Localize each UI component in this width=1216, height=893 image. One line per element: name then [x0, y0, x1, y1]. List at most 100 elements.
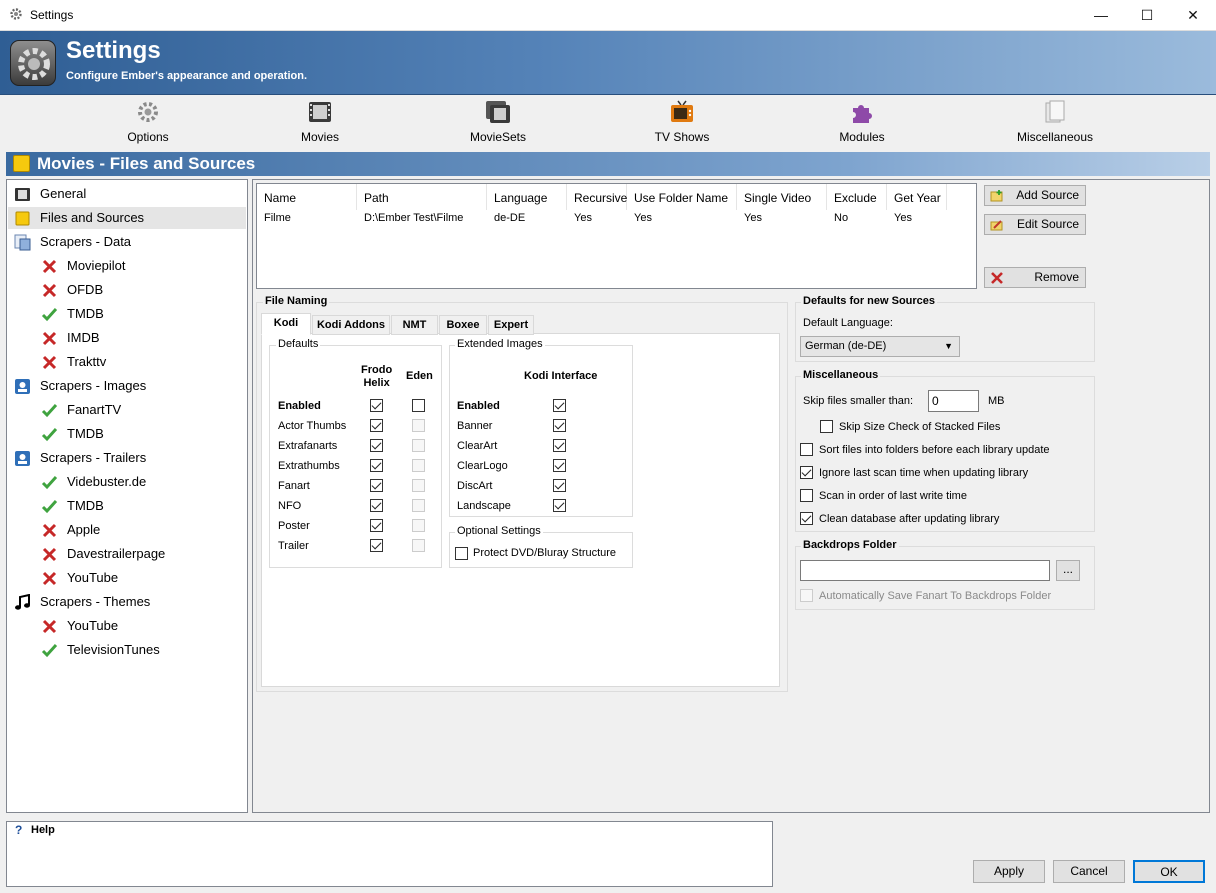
- frodo-checkbox[interactable]: [370, 499, 383, 512]
- eden-checkbox[interactable]: [412, 459, 425, 472]
- misc-option-label: Skip Size Check of Stacked Files: [839, 421, 1001, 433]
- column-header[interactable]: Language: [487, 184, 567, 210]
- kodi-interface-checkbox[interactable]: [553, 499, 566, 512]
- misc-option-checkbox[interactable]: [800, 466, 813, 479]
- eden-checkbox[interactable]: [412, 499, 425, 512]
- toolbar-modules[interactable]: Modules: [802, 100, 922, 144]
- browse-button[interactable]: ...: [1056, 560, 1080, 581]
- misc-option-checkbox[interactable]: [800, 489, 813, 502]
- frodo-checkbox[interactable]: [370, 519, 383, 532]
- edit-source-button[interactable]: Edit Source: [984, 214, 1086, 235]
- tree-item[interactable]: TMDB: [8, 495, 246, 517]
- table-cell[interactable]: Yes: [737, 212, 762, 224]
- tree-item[interactable]: Moviepilot: [8, 255, 246, 277]
- misc-option-checkbox[interactable]: [820, 420, 833, 433]
- tree-item[interactable]: Videbuster.de: [8, 471, 246, 493]
- tree-item[interactable]: Trakttv: [8, 351, 246, 373]
- tab-nmt[interactable]: NMT: [391, 315, 438, 335]
- tab-kodi-addons[interactable]: Kodi Addons: [312, 315, 390, 335]
- eden-checkbox[interactable]: [412, 419, 425, 432]
- kodi-interface-checkbox[interactable]: [553, 399, 566, 412]
- toolbar-miscellaneous[interactable]: Miscellaneous: [995, 100, 1115, 144]
- eden-checkbox[interactable]: [412, 439, 425, 452]
- column-header[interactable]: Name: [257, 184, 357, 210]
- auto-save-fanart-checkbox[interactable]: [800, 589, 813, 602]
- toolbar-moviesets[interactable]: MovieSets: [438, 100, 558, 144]
- tree-item[interactable]: Scrapers - Images: [8, 375, 246, 397]
- tree-item-label: OFDB: [67, 282, 104, 297]
- tree-item[interactable]: IMDB: [8, 327, 246, 349]
- tree-item[interactable]: TelevisionTunes: [8, 639, 246, 661]
- miscellaneous-title: Miscellaneous: [801, 369, 881, 381]
- x-icon: [41, 258, 58, 275]
- kodi-interface-checkbox[interactable]: [553, 459, 566, 472]
- column-header[interactable]: Exclude: [827, 184, 887, 210]
- table-cell[interactable]: Yes: [627, 212, 652, 224]
- eden-checkbox[interactable]: [412, 479, 425, 492]
- frodo-checkbox[interactable]: [370, 439, 383, 452]
- apply-button[interactable]: Apply: [973, 860, 1045, 883]
- kodi-interface-checkbox[interactable]: [553, 419, 566, 432]
- tree-item[interactable]: TMDB: [8, 303, 246, 325]
- tree-item-label: Scrapers - Trailers: [40, 450, 147, 465]
- tab-kodi[interactable]: Kodi: [261, 313, 311, 335]
- frodo-checkbox[interactable]: [370, 459, 383, 472]
- tree-item[interactable]: General: [8, 183, 246, 205]
- column-header[interactable]: Use Folder Name: [627, 184, 737, 210]
- backdrops-path-input[interactable]: [800, 560, 1050, 581]
- sources-list[interactable]: Name Path Language Recursive Use Folder Name…: [256, 183, 977, 289]
- tab-boxee[interactable]: Boxee: [439, 315, 487, 335]
- column-header[interactable]: Single Video: [737, 184, 827, 210]
- tree-item[interactable]: Apple: [8, 519, 246, 541]
- table-cell[interactable]: Yes: [567, 212, 592, 224]
- eden-checkbox[interactable]: [412, 519, 425, 532]
- tree-item[interactable]: Files and Sources: [8, 207, 246, 229]
- tree-item[interactable]: YouTube: [8, 567, 246, 589]
- tree-item[interactable]: YouTube: [8, 615, 246, 637]
- frodo-checkbox[interactable]: [370, 399, 383, 412]
- toolbar-label: TV Shows: [654, 130, 710, 144]
- table-cell[interactable]: D:\Ember Test\Filme: [357, 212, 463, 224]
- auto-save-fanart-label: Automatically Save Fanart To Backdrops F…: [819, 590, 1052, 602]
- protect-dvd-checkbox[interactable]: [455, 547, 468, 560]
- frodo-checkbox[interactable]: [370, 539, 383, 552]
- tree-item[interactable]: OFDB: [8, 279, 246, 301]
- toolbar-options[interactable]: Options: [88, 100, 208, 144]
- close-button[interactable]: ✕: [1170, 0, 1216, 30]
- table-cell[interactable]: No: [827, 212, 848, 224]
- frodo-checkbox[interactable]: [370, 419, 383, 432]
- default-language-select[interactable]: German (de-DE) ▼: [800, 336, 960, 357]
- maximize-button[interactable]: ☐: [1124, 0, 1170, 30]
- settings-tree[interactable]: General Files and Sources Scrapers - Data M…: [6, 179, 248, 813]
- kodi-interface-checkbox[interactable]: [553, 479, 566, 492]
- kodi-interface-checkbox[interactable]: [553, 439, 566, 452]
- frodo-checkbox[interactable]: [370, 479, 383, 492]
- column-header[interactable]: Path: [357, 184, 487, 210]
- eden-checkbox[interactable]: [412, 399, 425, 412]
- toolbar-tv-shows[interactable]: TV Shows: [622, 100, 742, 144]
- tree-item[interactable]: Davestrailerpage: [8, 543, 246, 565]
- add-source-button[interactable]: Add Source: [984, 185, 1086, 206]
- tree-item[interactable]: Scrapers - Data: [8, 231, 246, 253]
- table-cell[interactable]: Filme: [257, 212, 291, 224]
- tree-item[interactable]: Scrapers - Trailers: [8, 447, 246, 469]
- tree-item[interactable]: TMDB: [8, 423, 246, 445]
- remove-source-button[interactable]: Remove: [984, 267, 1086, 288]
- ok-button[interactable]: OK: [1133, 860, 1205, 883]
- misc-option-checkbox[interactable]: [800, 443, 813, 456]
- eden-checkbox[interactable]: [412, 539, 425, 552]
- toolbar-movies[interactable]: Movies: [260, 100, 380, 144]
- table-cell[interactable]: Yes: [887, 212, 912, 224]
- column-header[interactable]: Recursive: [567, 184, 627, 210]
- table-cell[interactable]: de-DE: [487, 212, 525, 224]
- tab-expert[interactable]: Expert: [488, 315, 534, 335]
- defaults-row-label: Poster: [278, 520, 310, 532]
- tree-item[interactable]: FanartTV: [8, 399, 246, 421]
- music-note-icon: [14, 593, 31, 611]
- minimize-button[interactable]: —: [1078, 0, 1124, 30]
- column-header[interactable]: Get Year: [887, 184, 947, 210]
- cancel-button[interactable]: Cancel: [1053, 860, 1125, 883]
- tree-item[interactable]: Scrapers - Themes: [8, 591, 246, 613]
- skip-size-input[interactable]: [928, 390, 979, 412]
- misc-option-checkbox[interactable]: [800, 512, 813, 525]
